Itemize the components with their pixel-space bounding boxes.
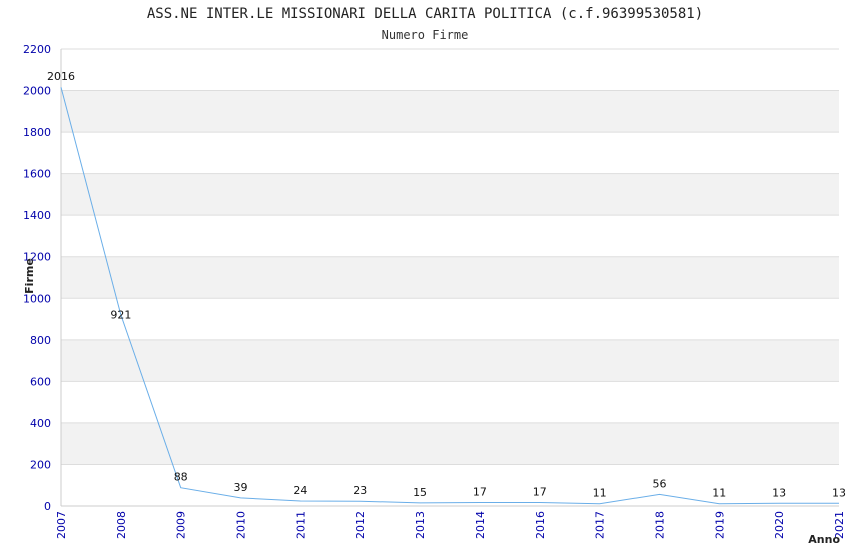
plot-area: 0200400600800100012001400160018002000220…	[23, 43, 846, 546]
x-tick-label: 2020	[773, 511, 786, 539]
data-label: 11	[712, 487, 726, 500]
x-tick-label: 2017	[594, 511, 607, 539]
y-tick-label: 1800	[23, 126, 51, 139]
y-tick-label: 1400	[23, 209, 51, 222]
data-label: 17	[473, 485, 487, 498]
grid-band	[61, 173, 839, 216]
data-label: 23	[353, 484, 367, 497]
x-tick-label: 2011	[294, 511, 307, 539]
grid-band	[61, 339, 839, 382]
y-tick-label: 400	[30, 417, 51, 430]
data-label: 56	[652, 477, 666, 490]
data-label: 17	[533, 485, 547, 498]
chart: ASS.NE INTER.LE MISSIONARI DELLA CARITA …	[0, 0, 850, 550]
data-label: 13	[772, 486, 786, 499]
x-tick-label: 2018	[653, 511, 666, 539]
data-label: 15	[413, 486, 427, 499]
x-tick-label: 2012	[354, 511, 367, 539]
y-tick-label: 600	[30, 375, 51, 388]
x-axis-label: Anno	[808, 533, 840, 546]
data-label: 2016	[47, 70, 75, 83]
x-tick-label: 2019	[713, 511, 726, 539]
data-label: 88	[174, 471, 188, 484]
data-label: 921	[110, 309, 131, 322]
x-tick-label: 2010	[235, 511, 248, 539]
data-label: 11	[593, 487, 607, 500]
y-axis-label: Firme	[23, 258, 36, 294]
x-tick-label: 2016	[534, 511, 547, 539]
data-label: 39	[234, 481, 248, 494]
y-tick-label: 800	[30, 334, 51, 347]
grid-band	[61, 90, 839, 133]
y-tick-label: 2200	[23, 43, 51, 56]
x-tick-label: 2008	[115, 511, 128, 539]
data-label: 13	[832, 486, 846, 499]
x-tick-label: 2014	[474, 511, 487, 539]
x-tick-label: 2009	[175, 511, 188, 539]
data-label: 24	[293, 484, 307, 497]
grid-band	[61, 422, 839, 465]
y-tick-label: 2000	[23, 85, 51, 98]
x-tick-label: 2007	[55, 511, 68, 539]
y-tick-label: 1600	[23, 168, 51, 181]
grid-band	[61, 256, 839, 299]
y-tick-label: 0	[44, 500, 51, 513]
x-tick-label: 2013	[414, 511, 427, 539]
y-tick-label: 200	[30, 458, 51, 471]
